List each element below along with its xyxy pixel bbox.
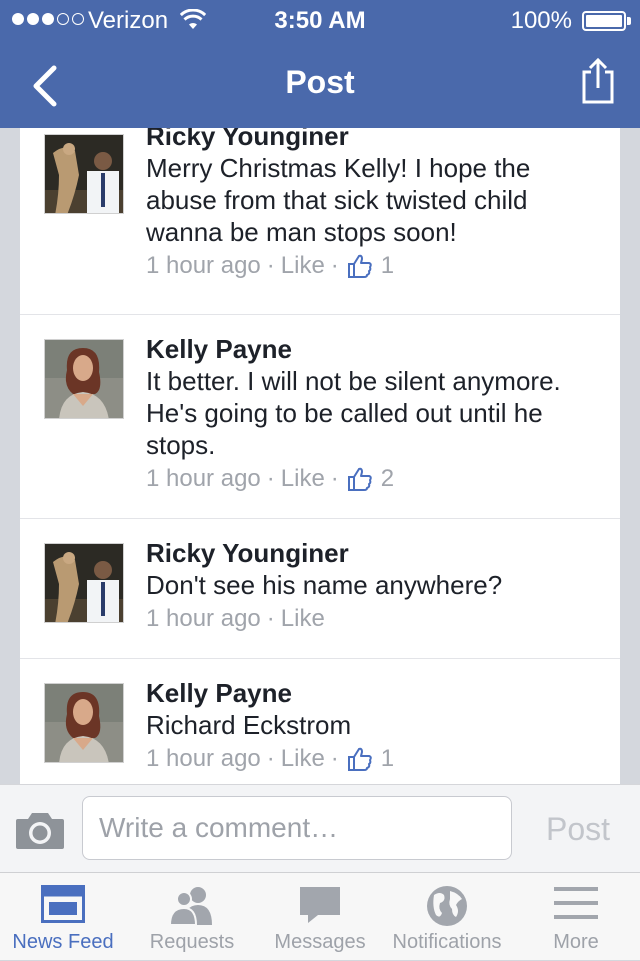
battery-percent: 100% [510,7,572,34]
comment-meta: 1 hour ago · Like · 1 [146,743,600,775]
like-link[interactable]: Like [281,743,325,775]
like-link[interactable]: Like [281,463,325,495]
comment-meta: 1 hour ago · Like [146,603,600,635]
like-count: 1 [380,745,395,772]
like-link[interactable]: Like [281,603,325,635]
status-bar: Verizon 3:50 AM 100% [0,0,640,40]
menu-icon [554,887,598,919]
comment-item: Ricky Younginer Merry Christmas Kelly! I… [20,128,620,315]
tab-label: Requests [149,931,235,953]
comment-time: 1 hour ago [146,465,261,492]
comment-text: It better. I will not be silent anymore.… [146,366,561,460]
avatar[interactable] [44,134,124,214]
comments-list[interactable]: Ricky Younginer Merry Christmas Kelly! I… [20,128,620,784]
comment-author[interactable]: Ricky Younginer [146,128,600,152]
tab-requests[interactable]: Requests [128,873,256,961]
comment-time: 1 hour ago [146,745,261,772]
battery-icon [582,11,626,31]
tab-bar: News Feed Requests Messages Notification… [0,872,640,960]
post-button[interactable]: Post [536,805,620,853]
like-link[interactable]: Like [281,250,325,282]
comment-text: Richard Eckstrom [146,710,352,740]
tab-notifications[interactable]: Notifications [382,873,512,961]
page-title: Post [285,64,355,100]
avatar[interactable] [44,683,124,763]
comment-input[interactable] [82,796,512,860]
like-count: 1 [380,252,395,279]
camera-icon[interactable] [14,809,66,851]
tab-label: Messages [274,931,366,953]
comment-author[interactable]: Ricky Younginer [146,537,600,569]
comment-author[interactable]: Kelly Payne [146,333,600,365]
share-icon[interactable] [578,56,618,106]
globe-icon [427,886,467,926]
tab-messages[interactable]: Messages [256,873,384,961]
thumbs-up-icon [347,747,372,771]
avatar[interactable] [44,543,124,623]
comment-text: Don't see his name anywhere? [146,570,503,600]
comment-time: 1 hour ago [146,252,261,279]
tab-more[interactable]: More [512,873,640,961]
news-feed-icon [41,885,85,923]
tab-label: More [553,931,599,953]
like-count: 2 [380,465,395,492]
thumbs-up-icon [347,467,372,491]
comment-composer: Post [0,784,640,872]
requests-icon [168,887,212,925]
comment-item: Ricky Younginer Don't see his name anywh… [20,519,620,659]
comment-item: Kelly Payne Richard Eckstrom 1 hour ago … [20,659,620,784]
avatar[interactable] [44,339,124,419]
comment-time: 1 hour ago [146,605,261,632]
comment-item: Kelly Payne It better. I will not be sil… [20,315,620,519]
comment-text: Merry Christmas Kelly! I hope the abuse … [146,153,531,247]
comment-meta: 1 hour ago · Like · 2 [146,463,600,495]
tab-label: News Feed [12,931,114,953]
messages-icon [300,887,340,923]
thumbs-up-icon [347,254,372,278]
tab-news-feed[interactable]: News Feed [0,873,126,961]
comment-meta: 1 hour ago · Like · 1 [146,250,600,282]
tab-label: Notifications [392,931,502,953]
comment-author[interactable]: Kelly Payne [146,677,600,709]
top-bar: Verizon 3:50 AM 100% Post [0,0,640,128]
